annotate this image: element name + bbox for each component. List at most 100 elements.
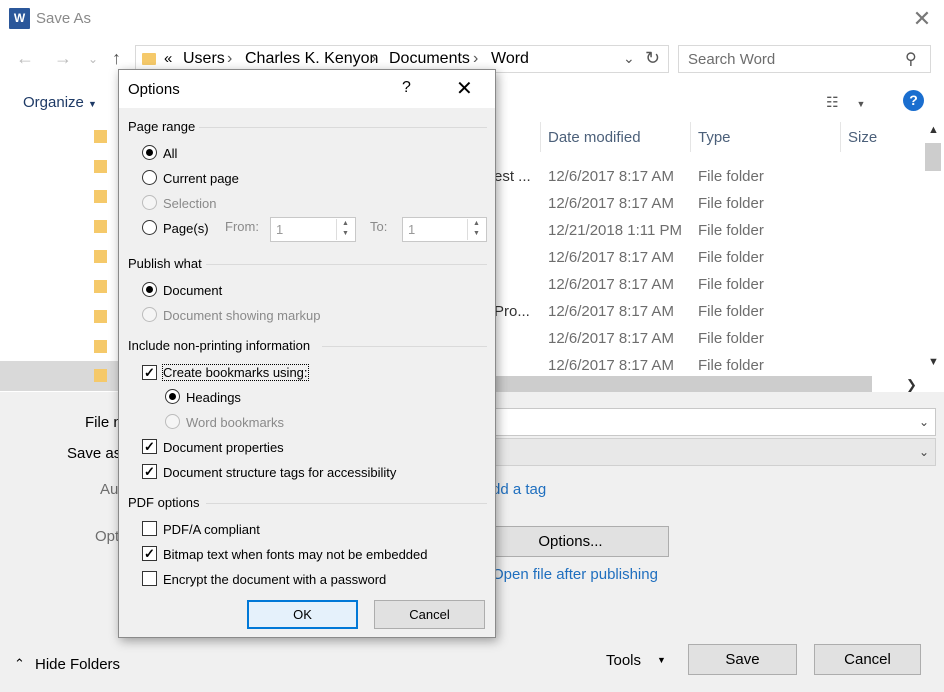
folder-icon[interactable] (94, 190, 107, 203)
add-tag-link[interactable]: dd a tag (492, 481, 546, 498)
file-name-input[interactable]: ⌄ (494, 408, 936, 436)
folder-icon[interactable] (94, 250, 107, 263)
column-size[interactable]: Size (848, 129, 877, 146)
document-properties-checkbox[interactable]: ✓ (142, 439, 157, 454)
save-as-type-select[interactable]: ⌄ (494, 438, 936, 466)
recent-locations-chevron-icon[interactable]: ⌄ (88, 52, 98, 66)
folder-icon[interactable] (94, 220, 107, 233)
current-page-radio[interactable] (142, 170, 157, 185)
dropdown-arrow-icon[interactable]: ▼ (657, 655, 666, 665)
headings-label[interactable]: Headings (186, 390, 241, 405)
encrypt-label[interactable]: Encrypt the document with a password (163, 572, 386, 587)
row-date[interactable]: 12/6/2017 8:17 AM (548, 195, 674, 212)
document-radio[interactable] (142, 282, 157, 297)
tools-button[interactable]: Tools (606, 652, 641, 669)
row-date[interactable]: 12/6/2017 8:17 AM (548, 168, 674, 185)
scroll-up-icon[interactable]: ▲ (928, 124, 939, 136)
breadcrumb-separator-icon[interactable]: › (227, 50, 232, 68)
help-icon[interactable]: ? (903, 90, 924, 111)
from-spinner[interactable]: 1 ▲ ▼ (270, 217, 356, 242)
row-type[interactable]: File folder (698, 222, 764, 239)
row-type[interactable]: File folder (698, 303, 764, 320)
horizontal-scrollbar-thumb[interactable] (494, 376, 872, 392)
folder-icon[interactable] (94, 310, 107, 323)
current-page-label[interactable]: Current page (163, 171, 239, 186)
row-type[interactable]: File folder (698, 195, 764, 212)
breadcrumb-users[interactable]: Users (183, 50, 225, 68)
row-date[interactable]: 12/6/2017 8:17 AM (548, 276, 674, 293)
spinner-arrows-icon[interactable]: ▲ ▼ (467, 219, 485, 240)
chevron-down-icon[interactable]: ⌄ (919, 445, 929, 459)
row-date[interactable]: 12/6/2017 8:17 AM (548, 330, 674, 347)
column-divider[interactable] (690, 122, 691, 152)
hide-folders-button[interactable]: Hide Folders (35, 656, 120, 673)
row-date[interactable]: 12/6/2017 8:17 AM (548, 249, 674, 266)
column-type[interactable]: Type (698, 129, 731, 146)
view-options-icon[interactable]: ☷ ▼ (826, 94, 865, 111)
scroll-down-icon[interactable]: ▼ (928, 356, 939, 368)
help-icon[interactable]: ? (402, 79, 411, 97)
breadcrumb-separator-icon[interactable]: › (371, 50, 376, 68)
row-name-fragment[interactable]: est ... (494, 168, 531, 185)
breadcrumb-separator-icon[interactable]: › (473, 50, 478, 68)
vertical-scrollbar-thumb[interactable] (925, 143, 941, 171)
create-bookmarks-label[interactable]: Create bookmarks using: (162, 364, 309, 381)
overflow-chevron-icon[interactable]: « (164, 50, 172, 67)
save-button[interactable]: Save (688, 644, 797, 675)
bitmap-text-label[interactable]: Bitmap text when fonts may not be embedd… (163, 547, 428, 562)
folder-icon[interactable] (94, 280, 107, 293)
markup-radio[interactable] (142, 307, 157, 322)
column-divider[interactable] (840, 122, 841, 152)
breadcrumb-documents[interactable]: Documents (389, 50, 470, 68)
folder-icon[interactable] (94, 160, 107, 173)
column-divider[interactable] (540, 122, 541, 152)
search-icon[interactable]: ⚲ (905, 49, 917, 69)
folder-icon[interactable] (94, 130, 107, 143)
all-radio[interactable] (142, 145, 157, 160)
row-type[interactable]: File folder (698, 330, 764, 347)
to-spinner[interactable]: 1 ▲ ▼ (402, 217, 487, 242)
options-button[interactable]: Options... (472, 526, 669, 557)
row-type[interactable]: File folder (698, 168, 764, 185)
scroll-right-icon[interactable]: ❯ (906, 377, 917, 393)
forward-arrow-icon[interactable]: → (54, 48, 72, 69)
document-label[interactable]: Document (163, 283, 222, 298)
organize-button[interactable]: Organize ▼ (23, 94, 97, 111)
row-type[interactable]: File folder (698, 249, 764, 266)
cancel-button[interactable]: Cancel (814, 644, 921, 675)
breadcrumb-word[interactable]: Word (491, 50, 529, 68)
spinner-arrows-icon[interactable]: ▲ ▼ (336, 219, 354, 240)
row-type[interactable]: File folder (698, 276, 764, 293)
ok-button[interactable]: OK (247, 600, 358, 629)
close-icon[interactable]: ✕ (910, 6, 934, 32)
structure-tags-label[interactable]: Document structure tags for accessibilit… (163, 465, 396, 480)
up-arrow-icon[interactable]: ↑ (112, 48, 121, 69)
row-date[interactable]: 12/6/2017 8:17 AM (548, 303, 674, 320)
column-date-modified[interactable]: Date modified (548, 129, 641, 146)
row-date[interactable]: 12/6/2017 8:17 AM (548, 357, 674, 374)
chevron-up-icon[interactable]: ⌃ (14, 656, 25, 672)
row-date[interactable]: 12/21/2018 1:11 PM (548, 222, 682, 239)
chevron-down-icon[interactable]: ⌄ (919, 415, 929, 429)
back-arrow-icon[interactable]: ← (16, 48, 34, 69)
selection-radio[interactable] (142, 195, 157, 210)
folder-icon[interactable] (94, 369, 107, 382)
breadcrumb-user[interactable]: Charles K. Kenyon (245, 50, 378, 68)
bitmap-text-checkbox[interactable]: ✓ (142, 546, 157, 561)
row-name-fragment[interactable]: Pro... (494, 303, 530, 320)
refresh-icon[interactable]: ↻ (645, 48, 660, 69)
close-icon[interactable]: ✕ (456, 76, 473, 101)
create-bookmarks-checkbox[interactable]: ✓ (142, 365, 157, 380)
pdfa-label[interactable]: PDF/A compliant (163, 522, 260, 537)
pdfa-checkbox[interactable] (142, 521, 157, 536)
all-label[interactable]: All (163, 146, 177, 161)
dialog-cancel-button[interactable]: Cancel (374, 600, 485, 629)
pages-label[interactable]: Page(s) (163, 221, 209, 236)
encrypt-checkbox[interactable] (142, 571, 157, 586)
open-after-publishing-checkbox[interactable]: Open file after publishing (492, 566, 658, 583)
headings-radio[interactable] (165, 389, 180, 404)
row-type[interactable]: File folder (698, 357, 764, 374)
folder-icon[interactable] (94, 340, 107, 353)
search-input[interactable]: Search Word ⚲ (678, 45, 931, 73)
word-bookmarks-radio[interactable] (165, 414, 180, 429)
